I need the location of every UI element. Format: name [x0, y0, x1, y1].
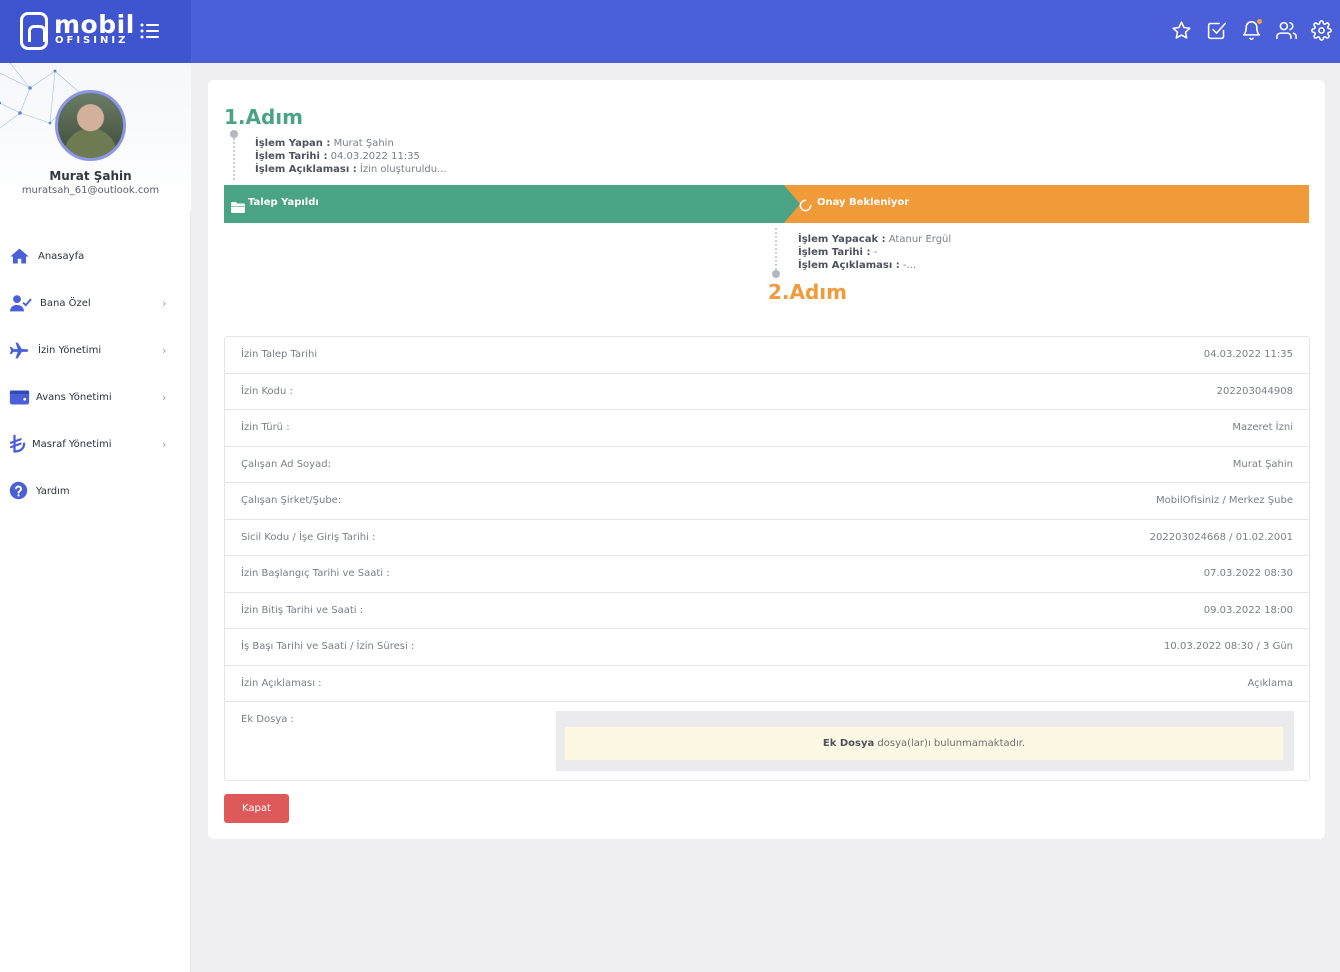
- logo-text: mobil: [54, 10, 135, 39]
- step2-info: İşlem Yapacak : Atanur Ergül İşlem Tarih…: [798, 234, 952, 271]
- notification-dot: [1257, 19, 1262, 24]
- step2-title: 2.Adım: [768, 280, 848, 304]
- profile-header: Murat Şahin muratsah_61@outlook.com: [0, 63, 191, 211]
- progress-done-label: Talep Yapıldı: [248, 197, 319, 208]
- table-row: Çalışan Şirket/Şube: MobilOfisiniz / Merk…: [225, 483, 1309, 520]
- sidebar-item-bana-ozel[interactable]: Bana Özel ›: [0, 280, 191, 327]
- table-row: İzin Kodu :202203044908: [225, 374, 1309, 410]
- table-row: İzin Bitiş Tarihi ve Saati :09.03.2022 1…: [225, 593, 1309, 629]
- table-row: İzin Talep Tarihi 04.03.2022 11:35: [225, 337, 1309, 374]
- lira-icon: [9, 434, 30, 455]
- sidebar-item-anasayfa[interactable]: Anasayfa: [0, 233, 191, 280]
- progress-waiting-label: Onay Bekleniyor: [817, 197, 910, 208]
- sidebar-item-label: Avans Yönetimi: [36, 392, 112, 403]
- progress-arrow: [784, 185, 800, 223]
- timeline-dot: [230, 130, 238, 138]
- sidebar-item-yardim[interactable]: Yardım: [0, 468, 191, 515]
- attachment-empty-message: Ek Dosya dosya(lar)ı bulunmamaktadır.: [565, 727, 1283, 760]
- table-row: İş Başı Tarihi ve Saati / İzin Süresi :1…: [225, 629, 1309, 666]
- help-icon: [9, 481, 30, 502]
- sidebar: Murat Şahin muratsah_61@outlook.com Anas…: [0, 63, 191, 972]
- table-row: Çalışan Ad Soyad: Murat Şahin: [225, 447, 1309, 483]
- attachment-row: Ek Dosya : Ek Dosya dosya(lar)ı bulunmam…: [225, 702, 1309, 780]
- timeline-line: [233, 138, 235, 180]
- profile-name: Murat Şahin: [49, 169, 132, 183]
- step1-title: 1.Adım: [224, 105, 304, 129]
- wallet-icon: [9, 387, 30, 408]
- star-icon[interactable]: [1171, 20, 1192, 41]
- bell-icon[interactable]: [1241, 19, 1262, 41]
- sidebar-item-izin-yonetimi[interactable]: İzin Yönetimi ›: [0, 327, 191, 374]
- chevron-right-icon: ›: [162, 391, 167, 404]
- spinner-icon: [799, 197, 812, 212]
- users-icon[interactable]: [1276, 20, 1297, 41]
- sidebar-item-label: Anasayfa: [38, 251, 85, 262]
- logo-subtext: OFISINIZ: [55, 35, 129, 46]
- detail-table: İzin Talep Tarihi 04.03.2022 11:35 İzin K…: [224, 336, 1310, 781]
- table-row: İzin Türü : Mazeret İzni: [225, 410, 1309, 447]
- logo-area: mobil OFISINIZ: [0, 0, 191, 63]
- top-bar: mobil OFISINIZ: [0, 0, 1340, 63]
- chevron-right-icon: ›: [162, 297, 167, 310]
- profile-email: muratsah_61@outlook.com: [21, 185, 160, 196]
- home-icon: [9, 246, 30, 267]
- sidebar-item-masraf-yonetimi[interactable]: Masraf Yönetimi ›: [0, 421, 191, 468]
- folder-icon: [231, 198, 245, 213]
- check-square-icon[interactable]: [1206, 20, 1227, 41]
- gear-icon[interactable]: [1311, 20, 1332, 41]
- sidebar-item-label: Yardım: [36, 486, 70, 497]
- timeline-line: [775, 228, 777, 270]
- step1-info: İşlem Yapan : Murat Şahin İşlem Tarihi :…: [255, 138, 447, 175]
- sidebar-item-label: İzin Yönetimi: [38, 345, 102, 356]
- avatar[interactable]: [55, 90, 126, 161]
- table-row: Sicil Kodu / İşe Giriş Tarihi :202203024…: [225, 520, 1309, 556]
- leave-detail-card: 1.Adım İşlem Yapan : Murat Şahin İşlem T…: [208, 80, 1325, 839]
- logo-icon: [20, 12, 48, 50]
- attachment-box: Ek Dosya dosya(lar)ı bulunmamaktadır.: [556, 711, 1294, 771]
- plane-icon: [9, 340, 30, 361]
- table-row: İzin Açıklaması : Açıklama: [225, 666, 1309, 702]
- close-button[interactable]: Kapat: [224, 794, 289, 823]
- table-row: İzin Başlangıç Tarihi ve Saati :07.03.20…: [225, 556, 1309, 593]
- user-check-icon: [9, 293, 32, 314]
- sidebar-item-label: Masraf Yönetimi: [32, 439, 112, 450]
- sidebar-item-avans-yonetimi[interactable]: Avans Yönetimi ›: [0, 374, 191, 421]
- sidebar-item-label: Bana Özel: [40, 298, 91, 309]
- approval-progress: Talep Yapıldı Onay Bekleniyor: [224, 185, 1309, 223]
- menu-icon[interactable]: [140, 22, 160, 40]
- sidebar-nav: Anasayfa Bana Özel › İzin Yönetimi › Ava…: [0, 233, 191, 515]
- chevron-right-icon: ›: [162, 344, 167, 357]
- chevron-right-icon: ›: [162, 438, 167, 451]
- timeline-dot: [772, 270, 780, 278]
- attachment-label: Ek Dosya :: [241, 714, 294, 725]
